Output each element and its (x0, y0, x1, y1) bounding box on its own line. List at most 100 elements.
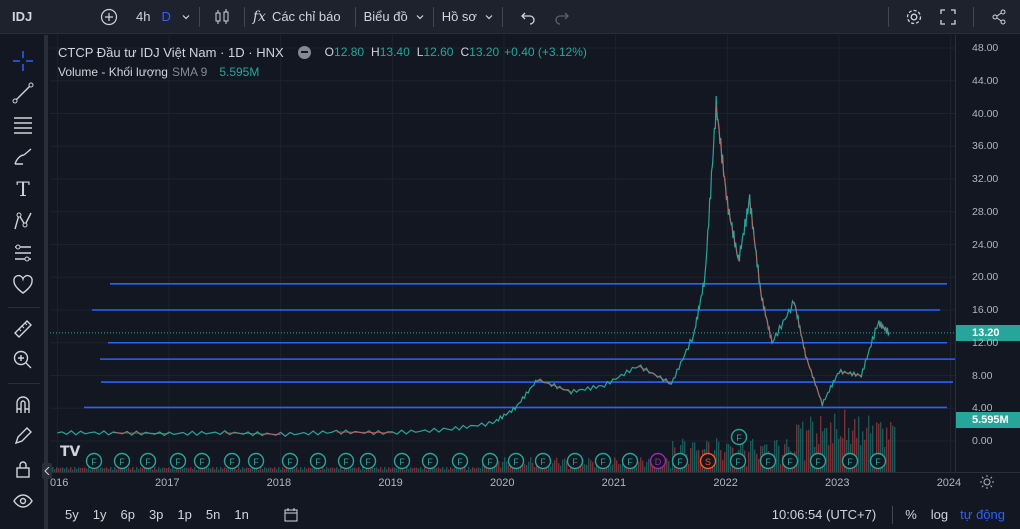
volume-bar (842, 437, 844, 472)
financials-marker[interactable]: F (671, 452, 689, 470)
financials-marker[interactable]: F (359, 452, 377, 470)
financials-marker[interactable]: F (169, 452, 187, 470)
financials-marker[interactable]: F (113, 452, 131, 470)
lock-icon (16, 461, 30, 478)
sun-settings-icon (980, 475, 994, 489)
magnet-tool[interactable] (9, 391, 37, 419)
split-marker[interactable]: S (699, 452, 717, 470)
financials-marker[interactable]: F (781, 452, 799, 470)
text-tool[interactable]: T (9, 175, 37, 203)
financials-marker[interactable]: F (309, 452, 327, 470)
price-chart[interactable]: F F F F F F F F F F F F F F F F F F F F D F S F F F F F F F (50, 35, 955, 472)
log-toggle[interactable]: log (931, 507, 948, 522)
interval-alt-label: D (161, 9, 171, 24)
financials-marker[interactable]: F (507, 452, 525, 470)
financials-marker[interactable]: F (139, 452, 157, 470)
fib-tool[interactable] (9, 111, 37, 139)
financials-marker[interactable]: F (421, 452, 439, 470)
prediction-tool[interactable] (9, 239, 37, 267)
go-to-date-button[interactable] (283, 507, 299, 523)
series-legend[interactable]: CTCP Đầu tư IDJ Việt Nam · 1D · HNX O12.… (58, 42, 587, 62)
chart-style-button[interactable] (208, 0, 236, 34)
financials-marker[interactable]: F (451, 452, 469, 470)
axis-settings-button[interactable] (980, 475, 994, 494)
volume-bar (666, 458, 668, 472)
profile-button[interactable]: Hồ sơ (442, 0, 494, 34)
auto-scale-toggle[interactable]: tự động (960, 507, 1005, 522)
clock[interactable]: 10:06:54 (UTC+7) (772, 507, 876, 522)
volume-bar (530, 457, 532, 472)
financials-marker[interactable]: F (281, 452, 299, 470)
draw-mode-tool[interactable] (9, 422, 37, 450)
financials-marker[interactable]: F (481, 452, 499, 470)
volume-bar (868, 415, 870, 472)
range-button-1p[interactable]: 1p (177, 507, 191, 522)
tradingview-logo[interactable]: TV (60, 444, 80, 460)
financials-marker[interactable]: F (594, 452, 612, 470)
crosshair-tool[interactable] (9, 47, 37, 75)
financials-marker[interactable]: F (730, 428, 748, 446)
zoom-tool[interactable] (9, 346, 37, 374)
range-button-6p[interactable]: 6p (120, 507, 134, 522)
share-button[interactable] (982, 0, 1016, 34)
interval-favorite-d[interactable]: D (150, 0, 170, 34)
interval-button[interactable]: 4h (126, 0, 150, 34)
brush-tool[interactable] (9, 143, 37, 171)
favorites-tool[interactable] (9, 271, 37, 299)
financials-marker[interactable]: F (534, 452, 552, 470)
measure-tool[interactable] (9, 315, 37, 343)
range-button-1y[interactable]: 1y (93, 507, 107, 522)
financials-marker[interactable]: F (809, 452, 827, 470)
undo-button[interactable] (511, 0, 545, 34)
volume-bar (506, 461, 508, 472)
svg-text:S: S (705, 457, 711, 467)
price-scale[interactable]: 13.20 5.595M 48.00 44.00 40.00 36.00 32.00 28… (955, 35, 1020, 472)
visibility-tool[interactable] (9, 487, 37, 515)
svg-text:F: F (199, 457, 205, 467)
financials-marker[interactable]: F (621, 452, 639, 470)
compare-button[interactable] (92, 0, 126, 34)
financials-marker[interactable]: F (223, 452, 241, 470)
financials-marker[interactable]: F (729, 452, 747, 470)
range-button-1n[interactable]: 1n (234, 507, 248, 522)
share-icon (992, 9, 1006, 24)
financials-marker[interactable]: F (193, 452, 211, 470)
volume-bar (584, 464, 586, 472)
legend-toggle-icon[interactable] (297, 45, 311, 59)
symbol-search[interactable]: IDJ (0, 0, 92, 34)
financials-marker[interactable]: F (85, 452, 103, 470)
chart-pane[interactable]: F F F F F F F F F F F F F F F F F F F F D F S F F F F F F F TV (50, 35, 955, 472)
interval-dropdown[interactable] (171, 0, 191, 34)
sidebar-divider (8, 383, 40, 384)
volume-bar (870, 433, 872, 472)
volume-bar (592, 462, 594, 472)
financials-marker[interactable]: F (337, 452, 355, 470)
percent-toggle[interactable]: % (905, 507, 917, 522)
volume-bar (836, 428, 838, 472)
volume-bar (552, 463, 554, 472)
financials-marker[interactable]: F (247, 452, 265, 470)
redo-button[interactable] (545, 0, 579, 34)
lock-tool[interactable] (9, 455, 37, 483)
volume-bar (528, 461, 530, 472)
financials-marker[interactable]: F (566, 452, 584, 470)
range-button-5n[interactable]: 5n (206, 507, 220, 522)
financials-marker[interactable]: F (759, 452, 777, 470)
svg-text:F: F (427, 457, 433, 467)
range-button-3p[interactable]: 3p (149, 507, 163, 522)
settings-button[interactable] (897, 0, 931, 34)
fullscreen-button[interactable] (931, 0, 965, 34)
chart-layout-button[interactable]: Biểu đồ (364, 0, 425, 34)
financials-marker[interactable]: F (841, 452, 859, 470)
financials-marker[interactable]: F (869, 452, 887, 470)
volume-bar (646, 461, 648, 472)
pattern-tool[interactable] (9, 207, 37, 235)
volume-legend[interactable]: Volume - Khối lượng SMA 9 5.595M (58, 62, 587, 82)
time-axis[interactable]: 016 2017 2018 2019 2020 2021 2022 2023 2024 (50, 472, 1020, 492)
trend-line-tool[interactable] (9, 79, 37, 107)
range-button-5y[interactable]: 5y (65, 507, 79, 522)
indicators-button[interactable]: fx Các chỉ báo (253, 0, 347, 34)
financials-marker[interactable]: F (393, 452, 411, 470)
eye-icon (13, 494, 33, 508)
dividend-marker[interactable]: D (649, 452, 667, 470)
